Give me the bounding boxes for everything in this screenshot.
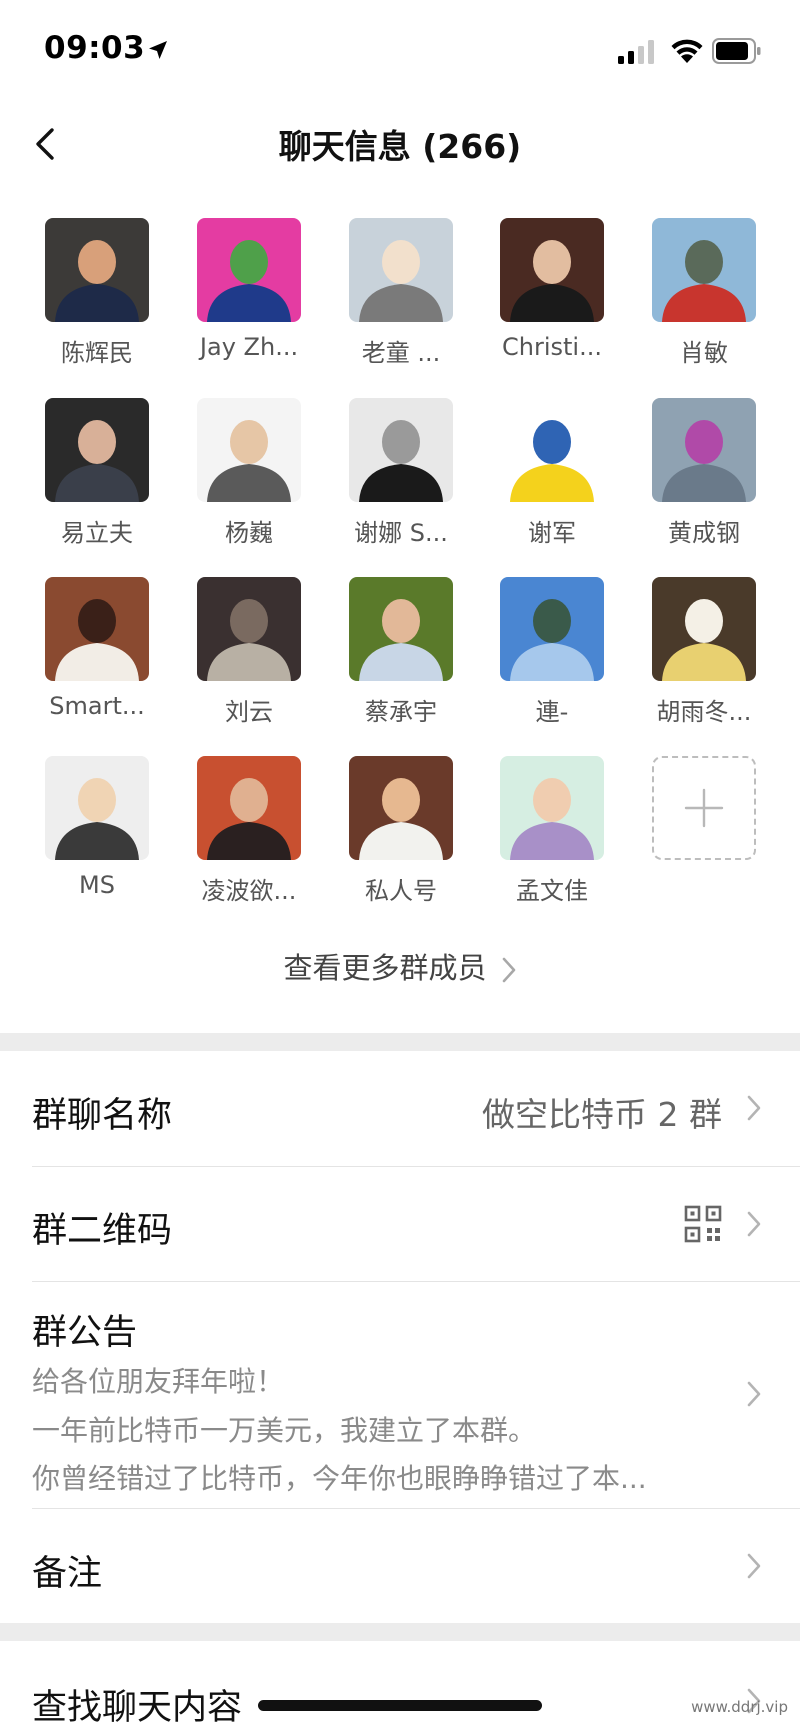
member-name: 黄成钢 xyxy=(668,519,740,547)
member-avatar xyxy=(500,577,604,681)
member-name: Smart... xyxy=(49,692,145,720)
member-item[interactable]: 杨巍 xyxy=(174,398,324,548)
member-name: 谢军 xyxy=(528,519,576,547)
nav-bar: 聊天信息 (266) xyxy=(0,100,800,186)
member-name: MS xyxy=(79,871,115,899)
member-avatar xyxy=(349,577,453,681)
member-name: 老童 ... xyxy=(361,339,441,367)
section-separator xyxy=(0,1623,800,1641)
member-item[interactable]: Smart... xyxy=(22,577,172,720)
remark-row[interactable]: 备注 xyxy=(0,1509,800,1623)
section-separator xyxy=(0,1033,800,1051)
remark-label: 备注 xyxy=(32,1554,103,1594)
member-item[interactable]: 蔡承宇 xyxy=(326,577,476,727)
member-item[interactable]: 肖敏 xyxy=(629,218,779,368)
page-title: 聊天信息 (266) xyxy=(278,127,522,166)
group-qr-code-row[interactable]: 群二维码 xyxy=(0,1167,800,1282)
chevron-right-icon xyxy=(502,957,515,983)
member-item[interactable]: 連- xyxy=(477,577,627,727)
member-name: 蔡承宇 xyxy=(365,698,437,726)
chevron-right-icon xyxy=(747,1553,761,1579)
member-name: 陈辉民 xyxy=(61,339,133,367)
member-item[interactable]: 黄成钢 xyxy=(629,398,779,548)
member-item[interactable]: 陈辉民 xyxy=(22,218,172,368)
location-arrow-icon xyxy=(149,41,167,59)
group-name-row[interactable]: 群聊名称 做空比特币 2 群 xyxy=(0,1051,800,1166)
watermark: www.ddrj.vip xyxy=(691,1698,788,1716)
member-avatar xyxy=(45,218,149,322)
member-item[interactable]: 谢娜 S... xyxy=(326,398,476,548)
view-more-members-button[interactable]: 查看更多群成员 xyxy=(0,945,800,987)
notice-text-line: 一年前比特币一万美元，我建立了本群。 xyxy=(32,1414,537,1447)
group-notice-label: 群公告 xyxy=(32,1313,138,1353)
member-name: 刘云 xyxy=(225,698,273,726)
member-avatar xyxy=(197,577,301,681)
wifi-icon xyxy=(671,39,703,63)
member-avatar xyxy=(500,398,604,502)
plus-icon xyxy=(684,788,724,828)
member-item[interactable]: 孟文佳 xyxy=(477,756,627,906)
member-avatar xyxy=(349,756,453,860)
member-item[interactable]: 老童 ... xyxy=(326,218,476,368)
member-item[interactable]: Christi... xyxy=(477,218,627,361)
member-item[interactable]: 刘云 xyxy=(174,577,324,727)
group-qr-code-label: 群二维码 xyxy=(32,1211,173,1251)
member-name: 易立夫 xyxy=(61,519,133,547)
member-avatar xyxy=(45,577,149,681)
member-avatar xyxy=(197,756,301,860)
member-avatar xyxy=(45,756,149,860)
member-name: 胡雨冬... xyxy=(656,698,752,726)
member-avatar xyxy=(197,398,301,502)
battery-icon xyxy=(712,38,761,64)
member-name: 孟文佳 xyxy=(516,877,588,905)
member-name: 谢娜 S... xyxy=(354,519,448,547)
member-item[interactable]: 谢军 xyxy=(477,398,627,548)
member-item[interactable]: 胡雨冬... xyxy=(629,577,779,727)
member-item[interactable]: 凌波欲... xyxy=(174,756,324,906)
member-avatar xyxy=(349,398,453,502)
member-avatar xyxy=(652,577,756,681)
member-name: 肖敏 xyxy=(680,339,728,367)
member-name: Jay Zh... xyxy=(199,333,299,361)
group-notice-row[interactable]: 群公告 给各位朋友拜年啦！ 一年前比特币一万美元，我建立了本群。 你曾经错过了比… xyxy=(0,1282,800,1508)
member-avatar xyxy=(652,398,756,502)
status-bar: 09:03 xyxy=(0,0,800,100)
add-member-button[interactable] xyxy=(629,756,779,860)
member-avatar xyxy=(500,756,604,860)
notice-text-line: 你曾经错过了比特币，今年你也眼睁睁错过了本... xyxy=(32,1462,647,1495)
view-more-members-label: 查看更多群成员 xyxy=(283,951,487,985)
chevron-right-icon xyxy=(747,1211,761,1237)
home-indicator[interactable] xyxy=(258,1700,542,1711)
member-avatar xyxy=(652,218,756,322)
member-name: 杨巍 xyxy=(225,519,273,547)
member-item[interactable]: MS xyxy=(22,756,172,899)
member-item[interactable]: 易立夫 xyxy=(22,398,172,548)
member-item[interactable]: Jay Zh... xyxy=(174,218,324,361)
member-avatar xyxy=(197,218,301,322)
cellular-signal-icon xyxy=(618,40,654,64)
notice-text-line: 给各位朋友拜年啦！ xyxy=(32,1365,285,1398)
member-name: 私人号 xyxy=(365,877,437,905)
search-chat-content-label: 查找聊天内容 xyxy=(32,1688,243,1728)
add-member-tile xyxy=(652,756,756,860)
chevron-right-icon xyxy=(747,1095,761,1121)
qr-code-icon xyxy=(684,1205,722,1243)
member-avatar xyxy=(349,218,453,322)
member-item[interactable]: 私人号 xyxy=(326,756,476,906)
member-avatar xyxy=(45,398,149,502)
member-name: 連- xyxy=(535,698,569,726)
group-name-value: 做空比特币 2 群 xyxy=(482,1095,722,1134)
search-chat-content-row[interactable]: 查找聊天内容 xyxy=(0,1641,800,1731)
member-name: 凌波欲... xyxy=(201,877,297,905)
chevron-right-icon xyxy=(747,1381,761,1407)
member-avatar xyxy=(500,218,604,322)
group-name-label: 群聊名称 xyxy=(32,1096,173,1136)
status-time: 09:03 xyxy=(44,30,146,66)
member-name: Christi... xyxy=(502,333,602,361)
